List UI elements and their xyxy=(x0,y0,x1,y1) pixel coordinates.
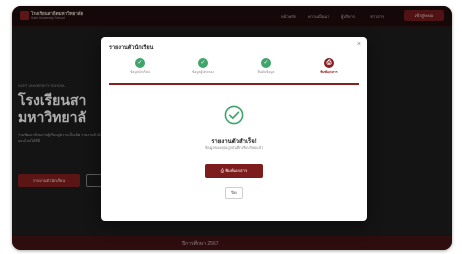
check-icon: ✓ xyxy=(198,58,208,68)
step-label: ข้อมูลนักเรียน xyxy=(130,70,150,74)
report-modal: รายงานตัวนักเรียน × ✓ ข้อมูลนักเรียน ✓ ข… xyxy=(101,37,367,221)
step-label: ข้อมูลผู้ปกครอง xyxy=(191,70,214,74)
print-step-icon: ⎙ xyxy=(324,58,334,68)
step-label: พิมพ์เอกสาร xyxy=(320,70,338,74)
print-button-label: พิมพ์เอกสาร xyxy=(225,168,248,173)
check-icon: ✓ xyxy=(135,58,145,68)
step-confirm: ✓ ยืนยันข้อมูล xyxy=(236,58,296,75)
print-document-button[interactable]: ⎙ พิมพ์เอกสาร xyxy=(205,164,263,178)
step-parent-info: ✓ ข้อมูลผู้ปกครอง xyxy=(173,58,233,75)
success-check-icon xyxy=(224,105,244,125)
progress-line xyxy=(109,83,359,85)
close-button[interactable]: ปิด xyxy=(225,187,243,199)
check-icon: ✓ xyxy=(261,58,271,68)
step-label: ยืนยันข้อมูล xyxy=(257,70,275,74)
step-print: ⎙ พิมพ์เอกสาร xyxy=(299,58,359,75)
close-icon[interactable]: × xyxy=(357,41,361,49)
close-button-label: ปิด xyxy=(231,190,237,195)
step-student-info: ✓ ข้อมูลนักเรียน xyxy=(110,58,170,75)
modal-title: รายงานตัวนักเรียน xyxy=(109,45,154,51)
success-subtitle: ข้อมูลของคุณถูกบันทึกเรียบร้อยแล้ว xyxy=(204,146,264,150)
